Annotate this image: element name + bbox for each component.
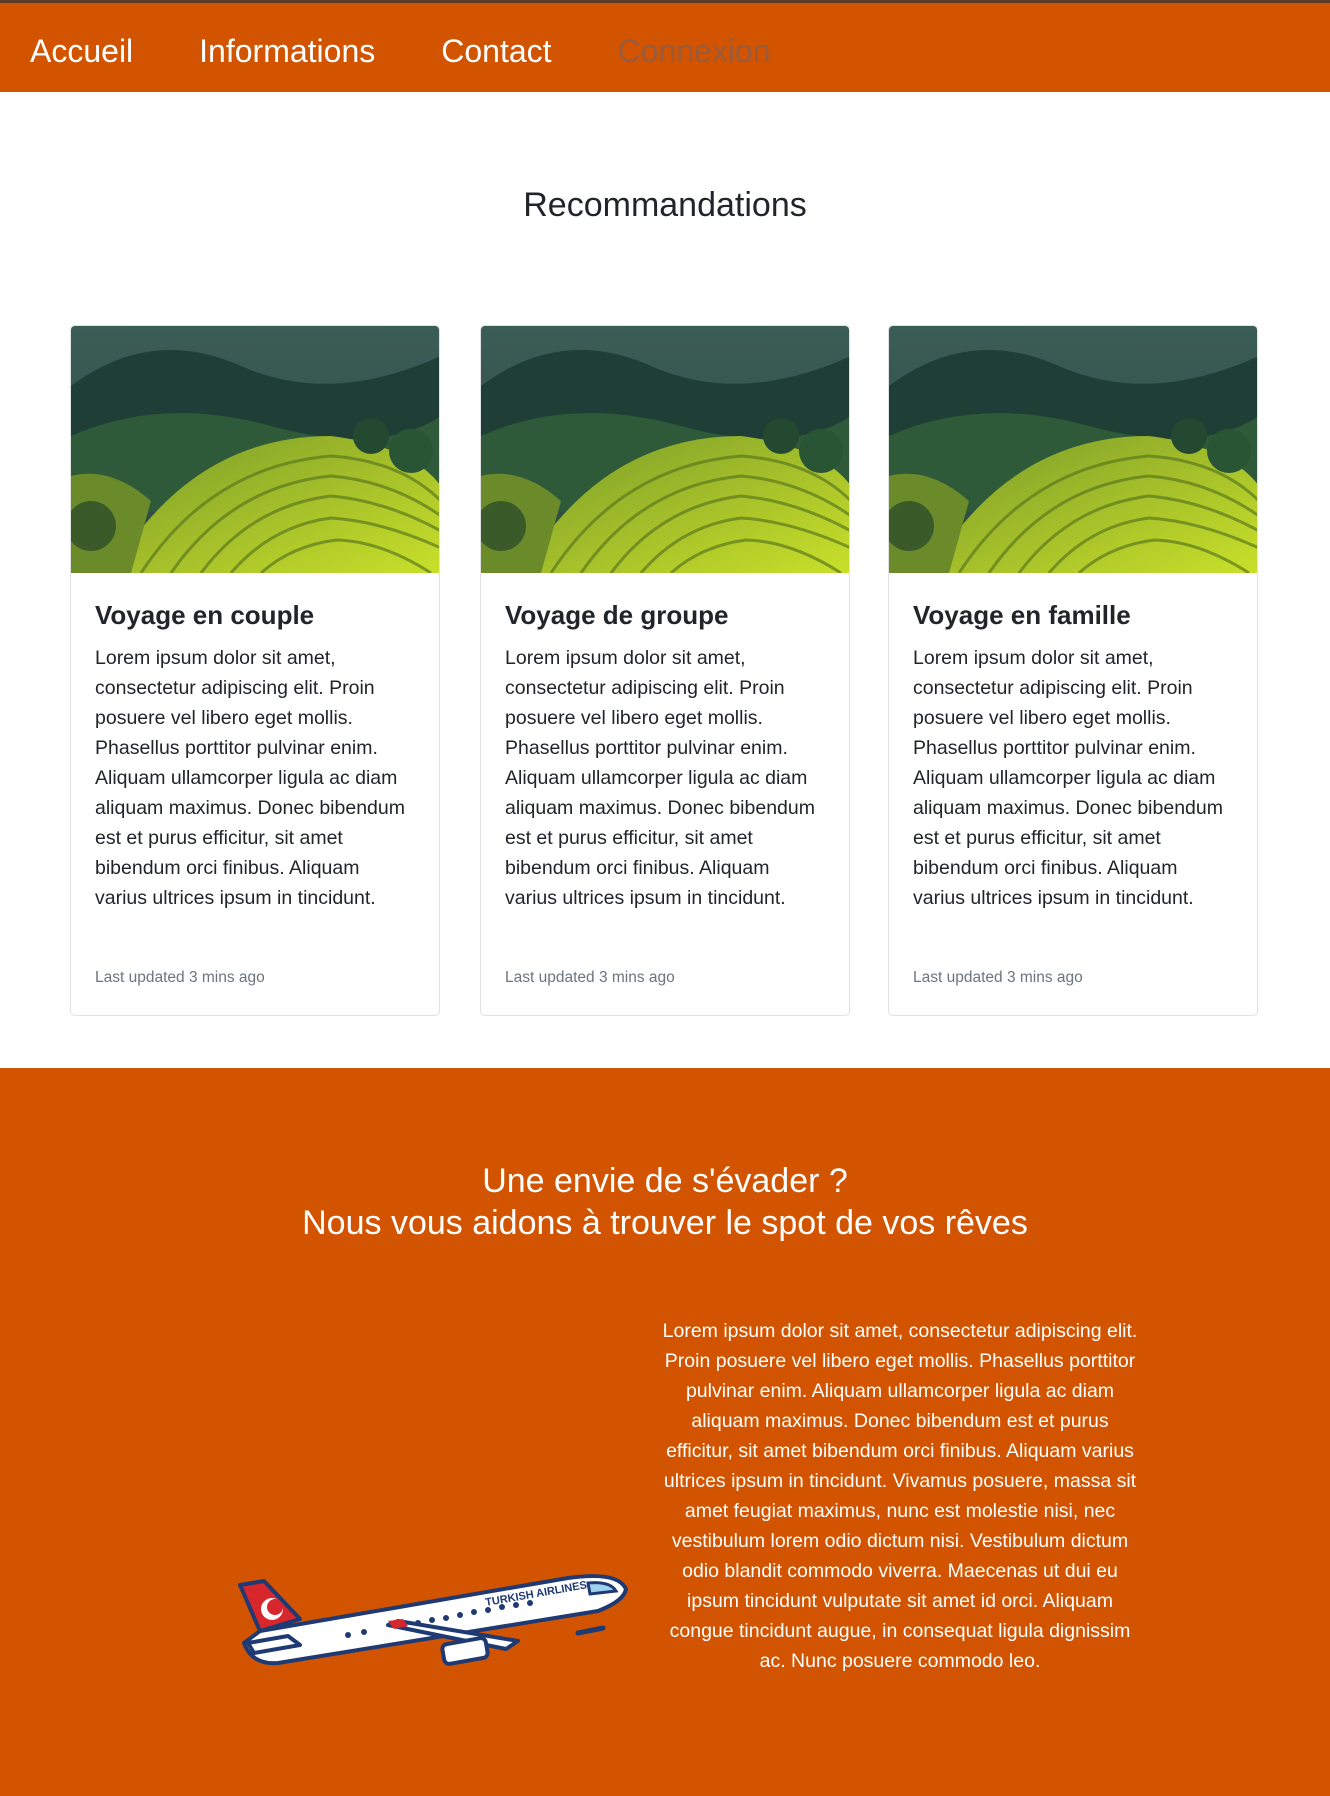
card-title: Voyage en couple xyxy=(95,600,315,630)
nav-link-connexion[interactable]: Connexion xyxy=(618,31,771,71)
nav-links: Accueil Informations Contact Connexion xyxy=(30,31,837,71)
promo-title-line1: Une envie de s'évader ? xyxy=(482,1162,848,1200)
card-text: Lorem ipsum dolor sit amet, consectetur … xyxy=(505,647,815,909)
card-text: Lorem ipsum dolor sit amet, consectetur … xyxy=(95,647,405,909)
nav-link-accueil[interactable]: Accueil xyxy=(30,31,133,71)
top-navbar: Accueil Informations Contact Connexion xyxy=(0,0,1330,92)
card-updated-text: Last updated 3 mins ago xyxy=(95,969,265,986)
recommendations-title: Recommandations xyxy=(523,186,807,224)
card-couple[interactable]: Voyage en couple Lorem ipsum dolor sit a… xyxy=(70,325,440,1016)
card-updated-text: Last updated 3 mins ago xyxy=(913,969,1083,986)
card-image xyxy=(71,326,439,573)
card-body: Voyage de groupe Lorem ipsum dolor sit a… xyxy=(481,573,849,913)
promo-text: Lorem ipsum dolor sit amet, consectetur … xyxy=(662,1320,1138,1672)
card-body: Voyage en couple Lorem ipsum dolor sit a… xyxy=(71,573,439,913)
card-image xyxy=(889,326,1257,573)
card-updated-text: Last updated 3 mins ago xyxy=(505,969,675,986)
card-title: Voyage en famille xyxy=(913,600,1131,630)
card-groupe[interactable]: Voyage de groupe Lorem ipsum dolor sit a… xyxy=(480,325,850,1016)
nav-link-contact[interactable]: Contact xyxy=(441,31,551,71)
promo-title: Une envie de s'évader ? Nous vous aidons… xyxy=(0,1160,1330,1244)
promo-title-line2: Nous vous aidons à trouver le spot de vo… xyxy=(302,1204,1028,1242)
promo-section: Une envie de s'évader ? Nous vous aidons… xyxy=(0,1068,1330,1796)
card-body: Voyage en famille Lorem ipsum dolor sit … xyxy=(889,573,1257,913)
card-text: Lorem ipsum dolor sit amet, consectetur … xyxy=(913,647,1223,909)
card-famille[interactable]: Voyage en famille Lorem ipsum dolor sit … xyxy=(888,325,1258,1016)
nav-link-informations[interactable]: Informations xyxy=(199,31,375,71)
card-title: Voyage de groupe xyxy=(505,600,729,630)
card-image xyxy=(481,326,849,573)
airplane-illustration: TURKISH AIRLINES xyxy=(238,1493,628,1673)
